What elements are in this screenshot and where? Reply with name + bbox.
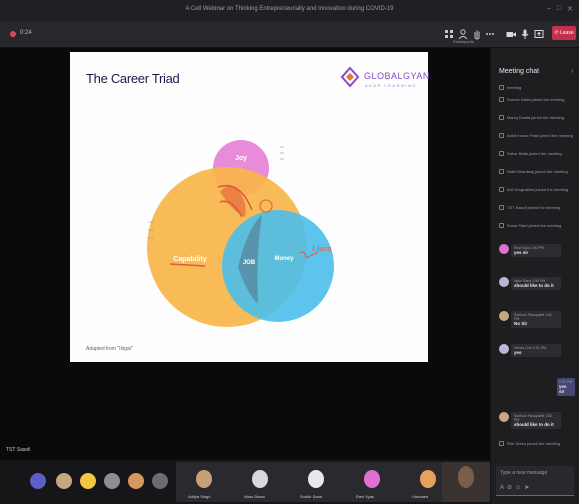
maximize-icon[interactable]: □ [557, 5, 561, 12]
ink-annotation-text: Listen [311, 244, 332, 253]
message-time: 1:51 PM [532, 346, 546, 350]
joy-label: Joy [235, 155, 247, 162]
message-bubble[interactable]: Ravi Vyas 1:50 PM yes sir [511, 244, 561, 257]
participant-tile[interactable]: Aditya Singh [176, 462, 232, 502]
participant-tile[interactable]: Ravi Vyas [344, 462, 400, 502]
minimize-icon[interactable]: – [547, 5, 551, 12]
message-text: should like to do it [514, 283, 554, 288]
leave-label: Leave [559, 30, 574, 36]
leave-button[interactable]: ✆ Leave [552, 26, 576, 40]
message-time: 1:50 PM [530, 246, 544, 250]
avatar[interactable] [56, 473, 72, 489]
avatar [196, 470, 212, 488]
message-text: yes sir [559, 384, 567, 394]
close-window-icon[interactable]: ✕ [567, 5, 573, 13]
participant-tile[interactable]: Sudhir Sane [288, 462, 344, 502]
system-message: Manoj Dwala joined the meeting [499, 115, 577, 121]
join-icon [499, 223, 504, 228]
camera-icon[interactable] [505, 28, 517, 40]
format-icon[interactable]: A [500, 485, 507, 491]
compose-toolbar: A⊘☺➤ [500, 484, 532, 491]
system-message: Rhe Sreen joined the meeting [499, 441, 577, 447]
emoji-icon[interactable]: ☺ [515, 485, 524, 491]
system-message: Arif Zengrabhia joined the meeting [499, 187, 577, 193]
attach-icon[interactable]: ⊘ [507, 485, 515, 491]
share-screen-icon[interactable] [533, 28, 545, 40]
avatar [308, 470, 324, 488]
raise-hand-icon[interactable] [471, 28, 483, 40]
join-icon [499, 115, 504, 120]
system-message: Sonal Patel joined the meeting [499, 223, 577, 229]
system-message: meeting [499, 85, 577, 91]
message-text: yes sir [514, 250, 529, 255]
join-icon [499, 169, 504, 174]
message-bubble[interactable]: Santosh Pasupuleti 1:52 PM should like t… [511, 412, 561, 429]
avatar [499, 277, 509, 287]
avatar [252, 470, 268, 488]
avatar [499, 311, 509, 321]
own-message-bubble[interactable]: 1:52 PM yes sir [557, 378, 575, 396]
message-text: yes [514, 350, 522, 355]
title-bar: A Cell Webinar on Thinking Entrepreneuri… [0, 0, 579, 21]
system-message: Sahar Batia joined the meeting [499, 151, 577, 157]
participant-name: Nirav Desai [244, 494, 265, 499]
system-message: TST Sasoli joined the meeting [499, 205, 577, 211]
avatar[interactable] [128, 473, 144, 489]
shared-slide: The Career Triad GLOBALGYAN AKAR LEARNIN… [70, 52, 429, 362]
more-options-icon[interactable] [484, 28, 496, 40]
message-bubble[interactable]: Santosh Pasupuleti 1:51 PM No Sir [511, 311, 561, 328]
send-icon[interactable]: ➤ [524, 485, 532, 491]
meeting-chat-panel: Meeting chat › meeting Suresh Gada joine… [490, 48, 579, 504]
join-icon [499, 85, 504, 90]
participant-tile[interactable]: Nirav Desai [232, 462, 288, 502]
participant-name: Unmuted [412, 494, 429, 499]
compose-box[interactable]: Type a new message A⊘☺➤ [496, 466, 574, 496]
message-bubble[interactable]: Vrinda Chvi 1:51 PM yes [511, 344, 561, 357]
participant-name: Aditya Singh [188, 494, 211, 499]
recording-icon [10, 31, 16, 37]
chat-title: Meeting chat [499, 68, 540, 75]
job-label: JOB [243, 260, 256, 266]
microphone-icon[interactable] [519, 28, 531, 40]
join-icon [499, 205, 504, 210]
window-title: A Cell Webinar on Thinking Entrepreneuri… [185, 6, 394, 12]
message-input[interactable]: Type a new message [500, 470, 547, 476]
career-triad-venn: Joy Capability Money JOB Listen [147, 140, 334, 327]
message-text: No Sir [514, 321, 528, 326]
message-text: should like to do it [514, 422, 554, 427]
system-message: Suresh Gada joined the meeting [499, 97, 577, 103]
avatar [499, 244, 509, 254]
join-icon [499, 151, 504, 156]
capability-label: Capability [173, 256, 207, 263]
join-icon [499, 187, 504, 192]
avatar[interactable] [104, 473, 120, 489]
avatar [499, 412, 509, 422]
participant-name: Ravi Vyas [356, 494, 374, 499]
self-video-tile[interactable] [442, 462, 490, 502]
meeting-toolbar: 0:24 Participants ✆ Leave [0, 21, 579, 48]
join-icon [499, 133, 504, 138]
system-message: Ankit Kumar Patel joined the meeting [499, 133, 577, 139]
avatar[interactable] [152, 473, 168, 489]
participant-name: Sudhir Sane [300, 494, 323, 499]
join-icon [499, 97, 504, 102]
avatar [364, 470, 380, 488]
presenter-name: TST Sasoli [6, 447, 31, 453]
avatar [458, 466, 474, 488]
avatar [499, 344, 509, 354]
message-bubble[interactable]: Nidhi Rana 1:50 PM should like to do it [511, 277, 561, 290]
avatar[interactable] [80, 473, 96, 489]
system-message: Nidhi Bhardwaj joined the meeting [499, 169, 577, 175]
meeting-timer: 0:24 [20, 30, 32, 36]
slide-footer: Adapted from "Ikigai" [86, 346, 133, 352]
video-toggle-icon[interactable] [30, 473, 46, 489]
avatar [420, 470, 436, 488]
close-chat-icon[interactable]: › [571, 68, 573, 75]
join-icon [499, 441, 504, 446]
money-label: Money [274, 256, 294, 262]
